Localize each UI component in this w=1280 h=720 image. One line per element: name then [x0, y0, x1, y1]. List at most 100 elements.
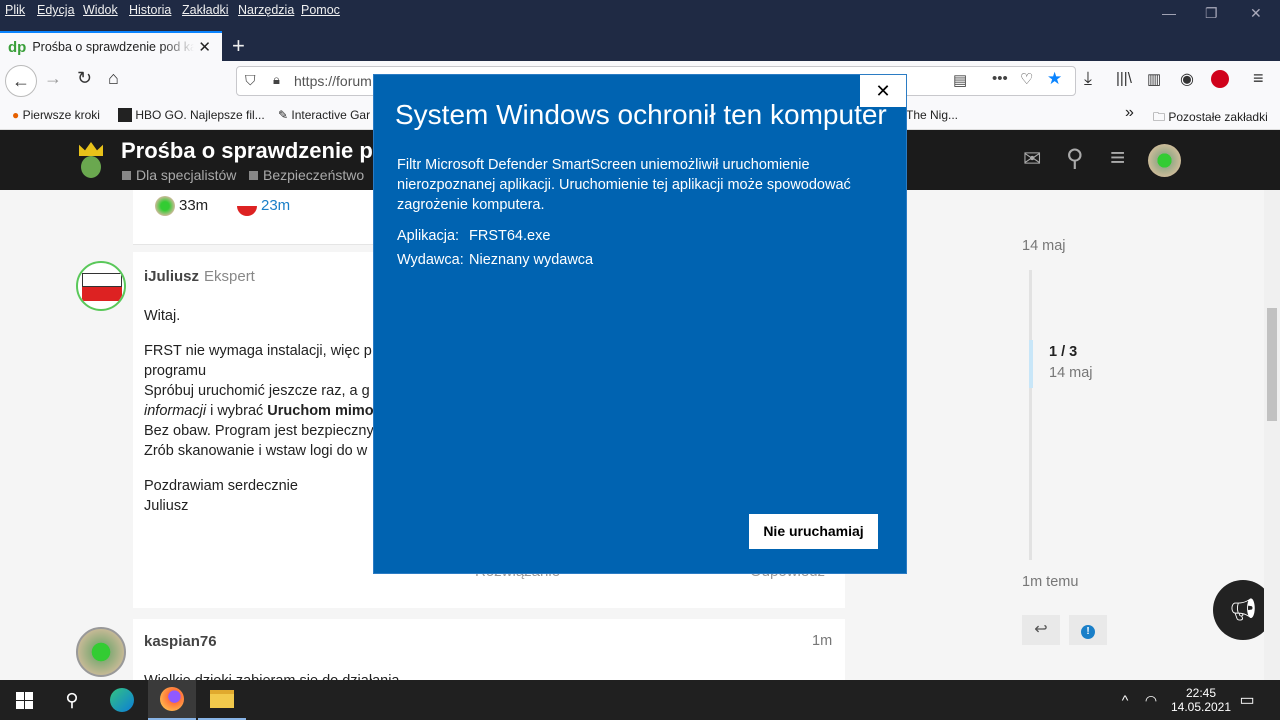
post-username[interactable]: iJuliusz [144, 268, 199, 285]
taskbar: ⚲ ^ ◠ 22:45 14.05.2021 ▭ [0, 680, 1280, 720]
forward-icon[interactable]: → [44, 68, 62, 89]
clock[interactable]: 22:45 14.05.2021 [1166, 680, 1236, 720]
lock-icon[interactable]: 🔒︎ [273, 72, 280, 88]
menu-widok[interactable]: Widok [83, 3, 118, 17]
home-icon[interactable]: ⌂ [108, 68, 119, 89]
new-tab-icon[interactable]: + [232, 33, 245, 59]
reader-view-icon[interactable]: ▤ [953, 71, 967, 89]
category-badge[interactable]: Dla specjalistów [122, 167, 236, 183]
menu-icon[interactable]: ≡ [1110, 142, 1125, 173]
menu-narzedzia[interactable]: Narzędzia [238, 3, 294, 17]
post-regards: Pozdrawiam serdecznie [144, 478, 298, 494]
dialog-publisher-row: Wydawca: Nieznany wydawca [397, 252, 593, 268]
app-value: FRST64.exe [469, 228, 551, 244]
dialog-app-row: Aplikacja: FRST64.exe [397, 228, 550, 244]
active-tab[interactable]: dp Prośba o sprawdzenie pod kątem ✕ [0, 31, 222, 61]
search-icon[interactable]: ⚲ [1066, 144, 1084, 173]
timeline-position-date: 14 maj [1049, 365, 1093, 381]
hamburger-menu-icon[interactable]: ≡ [1253, 68, 1264, 89]
more-actions-icon[interactable]: ••• [992, 70, 1008, 87]
tab-strip: dp Prośba o sprawdzenie pod kątem ✕ + [0, 31, 1280, 61]
bookmark-item[interactable]: ✎ Interactive Gar [278, 108, 370, 122]
url-text[interactable]: https://forum [294, 73, 372, 89]
menu-edycja[interactable]: Edycja [37, 3, 75, 17]
close-window-icon[interactable]: ✕ [1250, 5, 1262, 22]
post-text: Wielkie dzięki zabieram się do działania [144, 671, 399, 680]
pin-icon: ✎ [278, 108, 289, 122]
menu-zakladki[interactable]: Zakładki [182, 3, 229, 17]
wifi-icon[interactable]: ◠ [1140, 680, 1162, 720]
hbo-icon [118, 108, 132, 122]
post-line: Bez obaw. Program jest bezpieczny [144, 423, 374, 439]
page-scrollbar[interactable] [1264, 190, 1280, 680]
post-greeting: Witaj. [144, 308, 181, 324]
user-title: Ekspert [204, 268, 255, 285]
messages-icon[interactable]: ✉ [1023, 146, 1041, 172]
start-button[interactable] [0, 680, 48, 720]
tab-close-icon[interactable]: ✕ [198, 38, 211, 56]
dont-run-button[interactable]: Nie uruchamiaj [749, 514, 878, 549]
windows-icon [15, 691, 33, 709]
post-username[interactable]: kaspian76 [144, 633, 217, 650]
last-poster-avatar[interactable] [237, 196, 257, 216]
post-time[interactable]: 1m [812, 633, 832, 649]
notifications-icon[interactable]: ▭ [1236, 680, 1258, 720]
tray-chevron-up-icon[interactable]: ^ [1114, 680, 1136, 720]
folder-icon: 🗀 [1153, 110, 1166, 124]
publisher-label: Wydawca: [397, 252, 464, 268]
account-icon[interactable]: ◉ [1180, 69, 1194, 89]
forum-logo[interactable] [76, 140, 106, 180]
edge-icon[interactable] [98, 680, 146, 720]
app-label: Aplikacja: [397, 228, 460, 244]
shield-icon[interactable]: ⛉ [245, 72, 256, 89]
file-explorer-icon[interactable] [198, 680, 246, 720]
minimize-icon[interactable]: — [1162, 5, 1176, 21]
post-line: FRST nie wymaga instalacji, więc p [144, 343, 372, 359]
post-line: Zrób skanowanie i wstaw logi do w [144, 443, 368, 459]
timeline-position: 1 / 3 [1049, 344, 1078, 360]
post-signature: Juliusz [144, 498, 189, 514]
bookmark-star-icon[interactable]: ★ [1047, 69, 1062, 89]
category-badge[interactable]: Bezpieczeństwo [249, 167, 364, 183]
taskbar-search-icon[interactable]: ⚲ [48, 680, 96, 720]
smartscreen-dialog: ✕ System Windows ochronił ten komputer F… [373, 74, 907, 574]
timeline-end[interactable]: 1m temu [1022, 574, 1078, 590]
tab-title: Prośba o sprawdzenie pod kątem [32, 40, 195, 54]
firefox-icon: ● [12, 108, 20, 122]
post-avatar[interactable] [76, 261, 126, 311]
bookmark-item[interactable]: The Nig... [906, 108, 958, 122]
chevron-more-icon[interactable]: » [1125, 104, 1134, 122]
menu-historia[interactable]: Historia [129, 3, 171, 17]
menu-bar: Plik Edycja Widok Historia Zakładki Narz… [0, 0, 1280, 31]
bookmark-item[interactable]: HBO GO. Najlepsze fil... [118, 108, 265, 122]
scrollbar-thumb[interactable] [1267, 308, 1277, 421]
timeline-handle[interactable] [1029, 340, 1033, 388]
back-icon[interactable]: ← [5, 65, 37, 97]
firefox-taskbar-icon[interactable] [148, 680, 196, 720]
other-bookmarks[interactable]: 🗀 Pozostałe zakładki [1153, 108, 1268, 129]
timeline-start-date[interactable]: 14 maj [1022, 238, 1066, 254]
creator-avatar[interactable] [155, 196, 175, 216]
tab-favicon: dp [8, 38, 27, 56]
pocket-icon[interactable]: ♡ [1020, 70, 1033, 88]
clock-date: 14.05.2021 [1170, 700, 1232, 714]
reply-arrow-icon[interactable]: ↩ [1022, 615, 1060, 645]
downloads-icon[interactable]: ⤓ [1084, 68, 1092, 89]
post-line: programu [144, 363, 207, 379]
maximize-icon[interactable]: ❐ [1205, 5, 1218, 22]
menu-pomoc[interactable]: Pomoc [301, 3, 340, 17]
menu-plik[interactable]: Plik [5, 3, 25, 17]
publisher-value: Nieznany wydawca [469, 252, 594, 268]
post-avatar[interactable] [76, 627, 126, 677]
timeline-track[interactable] [1029, 270, 1032, 560]
library-icon[interactable]: |||\ [1116, 70, 1132, 87]
dialog-title: System Windows ochronił ten komputer [395, 99, 887, 130]
topic-title[interactable]: Prośba o sprawdzenie po [121, 138, 386, 164]
sidebar-icon[interactable]: ▥ [1147, 70, 1161, 88]
user-avatar[interactable] [1148, 144, 1181, 177]
extension-icon[interactable] [1211, 70, 1229, 88]
bookmark-item[interactable]: ● Pierwsze kroki [12, 108, 100, 122]
last-reply-time[interactable]: 23m [261, 197, 290, 214]
notification-button[interactable]: ! [1069, 615, 1107, 645]
reload-icon[interactable]: ↻ [77, 68, 92, 89]
